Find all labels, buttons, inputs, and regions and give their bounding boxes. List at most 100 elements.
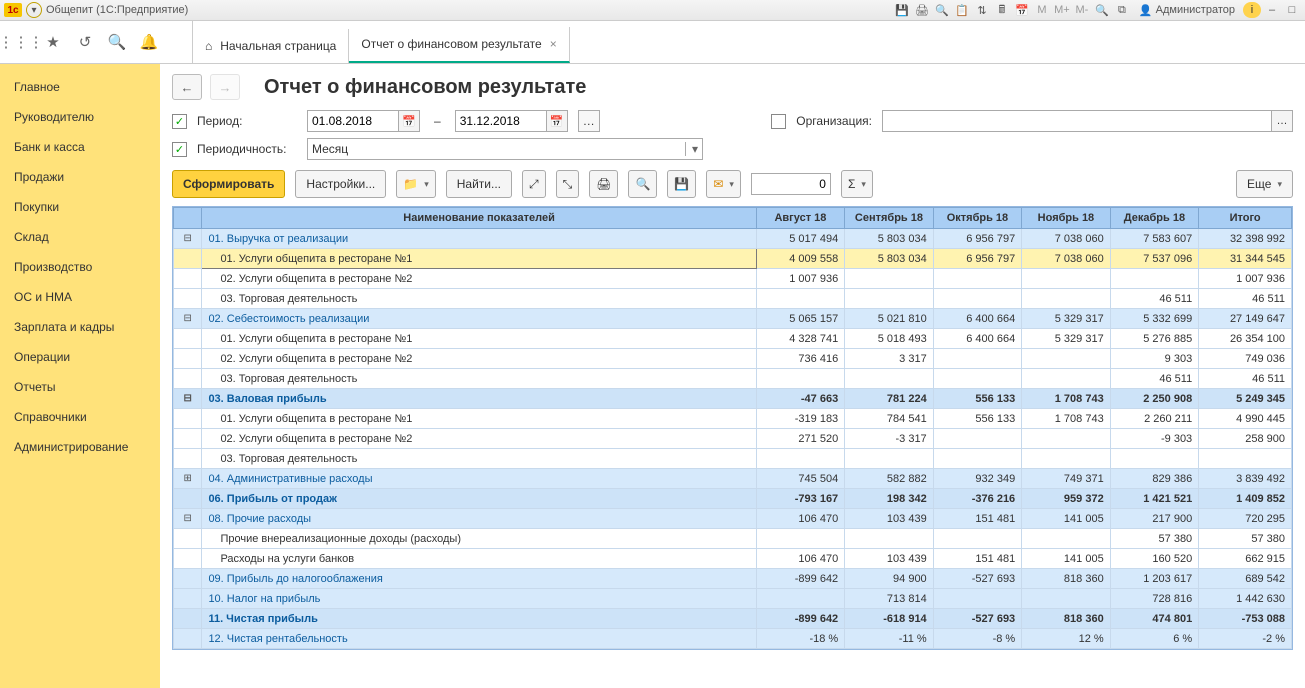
minimize-icon[interactable]: –	[1263, 2, 1281, 18]
zoom-icon[interactable]: 🔍	[1093, 2, 1111, 18]
row-link[interactable]: 12. Чистая рентабельность	[208, 633, 347, 645]
tab-home[interactable]: ⌂ Начальная страница	[193, 29, 349, 63]
table-row[interactable]: ⊞04. Административные расходы745 504582 …	[174, 469, 1292, 489]
save-icon[interactable]: 💾	[893, 2, 911, 18]
compare-icon[interactable]: ⇅	[973, 2, 991, 18]
table-row[interactable]: 03. Торговая деятельность	[174, 449, 1292, 469]
row-toggle[interactable]: ⊟	[174, 509, 202, 529]
tab-report[interactable]: Отчет о финансовом результате ×	[349, 27, 569, 63]
sidebar-item-admin[interactable]: Администрирование	[0, 432, 160, 462]
row-toggle[interactable]: ⊟	[174, 229, 202, 249]
info-icon[interactable]: i	[1243, 2, 1261, 18]
row-link[interactable]: 04. Административные расходы	[208, 473, 372, 485]
org-input[interactable]	[882, 110, 1272, 132]
number-input[interactable]	[751, 173, 831, 195]
table-row[interactable]: 10. Налог на прибыль713 814728 8161 442 …	[174, 589, 1292, 609]
periodicity-checkbox[interactable]	[172, 142, 187, 157]
sidebar-item-production[interactable]: Производство	[0, 252, 160, 282]
calendar-to-icon[interactable]: 📅	[547, 110, 568, 132]
dropdown-icon[interactable]: ▾	[26, 2, 42, 18]
sum-button[interactable]: Σ▾	[841, 170, 873, 198]
table-row[interactable]: ⊟08. Прочие расходы106 470103 439151 481…	[174, 509, 1292, 529]
sidebar-item-main[interactable]: Главное	[0, 72, 160, 102]
window-icon[interactable]: ⧉	[1113, 2, 1131, 18]
row-link[interactable]: 09. Прибыль до налогооблажения	[208, 573, 382, 585]
settings-button[interactable]: Настройки...	[295, 170, 386, 198]
email-button[interactable]: ✉▾	[706, 170, 741, 198]
org-checkbox[interactable]	[771, 114, 786, 129]
row-toggle[interactable]: ⊟	[174, 309, 202, 329]
save-button[interactable]: 💾	[667, 170, 696, 198]
row-link[interactable]: 03. Валовая прибыль	[208, 393, 326, 405]
generate-button[interactable]: Сформировать	[172, 170, 285, 198]
sidebar-item-operations[interactable]: Операции	[0, 342, 160, 372]
table-row[interactable]: 11. Чистая прибыль-899 642-618 914-527 6…	[174, 609, 1292, 629]
table-row[interactable]: 01. Услуги общепита в ресторане №14 009 …	[174, 249, 1292, 269]
search-icon[interactable]: 🔍	[108, 33, 126, 51]
sidebar-item-purchases[interactable]: Покупки	[0, 192, 160, 222]
favorite-icon[interactable]: ★	[44, 33, 62, 51]
table-row[interactable]: 01. Услуги общепита в ресторане №14 328 …	[174, 329, 1292, 349]
sidebar-item-refs[interactable]: Справочники	[0, 402, 160, 432]
table-row[interactable]: 09. Прибыль до налогооблажения-899 64294…	[174, 569, 1292, 589]
preview-button[interactable]: 🔍	[628, 170, 657, 198]
preview-icon[interactable]: 🔍	[933, 2, 951, 18]
close-icon[interactable]: ×	[550, 37, 557, 51]
print-button[interactable]: 🖨	[589, 170, 618, 198]
expand-button[interactable]: ⤢	[522, 170, 546, 198]
table-row[interactable]: 03. Торговая деятельность46 51146 511	[174, 369, 1292, 389]
history-icon[interactable]: ↺	[76, 33, 94, 51]
apps-icon[interactable]: ⋮⋮⋮	[12, 33, 30, 51]
collapse-button[interactable]: ⤡	[556, 170, 580, 198]
row-toggle[interactable]: ⊞	[174, 469, 202, 489]
copy-icon[interactable]: 📋	[953, 2, 971, 18]
table-row[interactable]: ⊟03. Валовая прибыль-47 663781 224556 13…	[174, 389, 1292, 409]
periodicity-select[interactable]: Месяц ▾	[307, 138, 703, 160]
sidebar-item-warehouse[interactable]: Склад	[0, 222, 160, 252]
calc-icon[interactable]: 🖩	[993, 2, 1011, 18]
row-toggle[interactable]: ⊟	[174, 389, 202, 409]
forward-button[interactable]: →	[210, 74, 240, 100]
table-row[interactable]: ⊟02. Себестоимость реализации5 065 1575 …	[174, 309, 1292, 329]
table-row[interactable]: 06. Прибыль от продаж-793 167198 342-376…	[174, 489, 1292, 509]
sidebar-item-sales[interactable]: Продажи	[0, 162, 160, 192]
sidebar-item-assets[interactable]: ОС и НМА	[0, 282, 160, 312]
row-link[interactable]: 08. Прочие расходы	[208, 513, 311, 525]
table-row[interactable]: 12. Чистая рентабельность-18 %-11 %-8 %1…	[174, 629, 1292, 649]
row-link[interactable]: 02. Себестоимость реализации	[208, 313, 369, 325]
period-checkbox[interactable]	[172, 114, 187, 129]
sidebar-item-reports[interactable]: Отчеты	[0, 372, 160, 402]
table-row[interactable]: 03. Торговая деятельность46 51146 511	[174, 289, 1292, 309]
table-row[interactable]: 01. Услуги общепита в ресторане №1-319 1…	[174, 409, 1292, 429]
row-link[interactable]: 06. Прибыль от продаж	[208, 493, 336, 505]
table-row[interactable]: ⊟01. Выручка от реализации5 017 4945 803…	[174, 229, 1292, 249]
bell-icon[interactable]: 🔔	[140, 33, 158, 51]
sidebar-item-manager[interactable]: Руководителю	[0, 102, 160, 132]
find-button[interactable]: Найти...	[446, 170, 512, 198]
maximize-icon[interactable]: □	[1283, 2, 1301, 18]
row-link[interactable]: 11. Чистая прибыль	[208, 613, 317, 625]
table-row[interactable]: 02. Услуги общепита в ресторане №21 007 …	[174, 269, 1292, 289]
variants-button[interactable]: 📁▾	[396, 170, 435, 198]
table-row[interactable]: Прочие внереализационные доходы (расходы…	[174, 529, 1292, 549]
print-icon[interactable]: 🖨	[913, 2, 931, 18]
table-row[interactable]: Расходы на услуги банков106 470103 43915…	[174, 549, 1292, 569]
date-from-input[interactable]	[307, 110, 399, 132]
m-plus-icon[interactable]: M+	[1053, 2, 1071, 18]
row-link[interactable]: 10. Налог на прибыль	[208, 593, 320, 605]
table-row[interactable]: 02. Услуги общепита в ресторане №2736 41…	[174, 349, 1292, 369]
back-button[interactable]: ←	[172, 74, 202, 100]
calendar-from-icon[interactable]: 📅	[399, 110, 420, 132]
row-link[interactable]: 01. Выручка от реализации	[208, 233, 348, 245]
user-badge[interactable]: 👤 Администратор	[1133, 4, 1241, 17]
table-row[interactable]: 02. Услуги общепита в ресторане №2271 52…	[174, 429, 1292, 449]
m-minus-icon[interactable]: M-	[1073, 2, 1091, 18]
date-to-input[interactable]	[455, 110, 547, 132]
more-button[interactable]: Еще▾	[1236, 170, 1293, 198]
calendar-icon[interactable]: 📅	[1013, 2, 1031, 18]
org-more-icon[interactable]: …	[1272, 110, 1293, 132]
sidebar-item-salary[interactable]: Зарплата и кадры	[0, 312, 160, 342]
m-icon[interactable]: M	[1033, 2, 1051, 18]
period-more-button[interactable]: …	[578, 110, 600, 132]
sidebar-item-bank[interactable]: Банк и касса	[0, 132, 160, 162]
